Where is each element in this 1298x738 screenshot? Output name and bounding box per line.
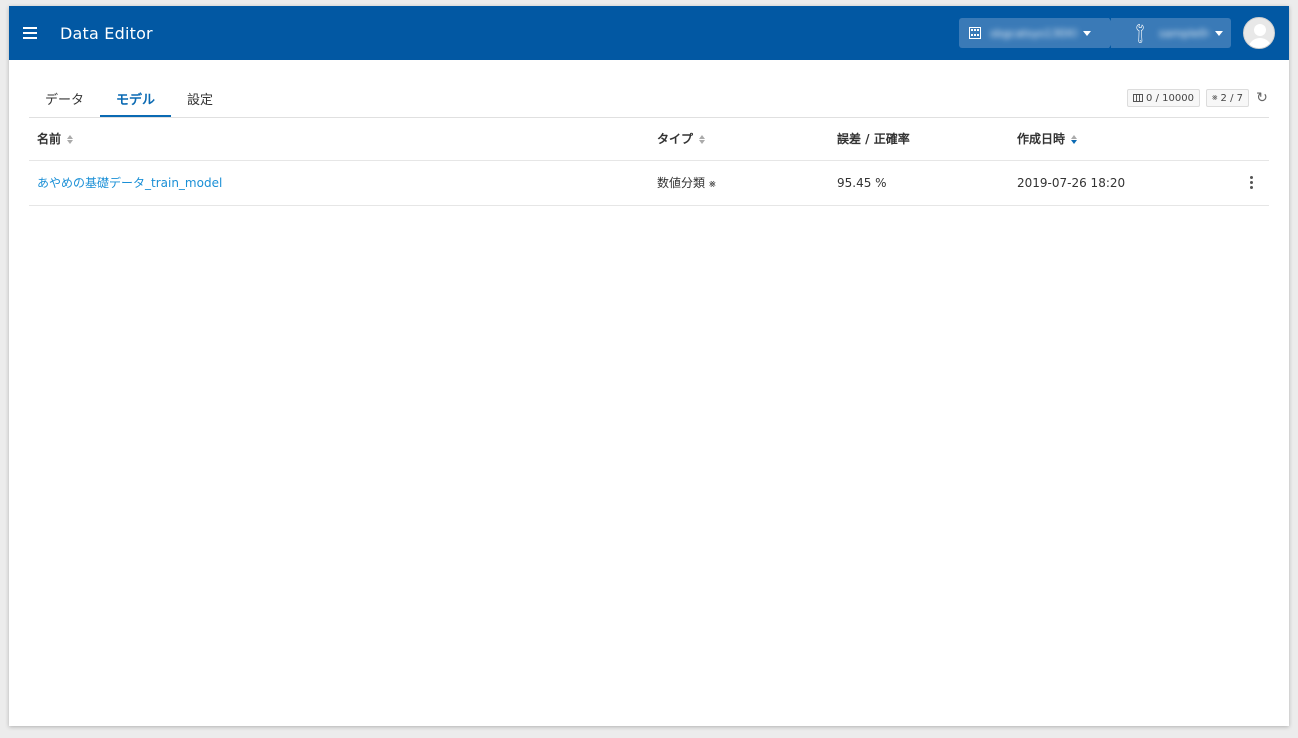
refresh-icon[interactable]: ↻	[1255, 91, 1269, 105]
table-header-row: 名前 タイプ 誤差 / 正確率 作成日時	[29, 118, 1269, 161]
avatar-body	[1248, 38, 1272, 48]
cell-created: 2019-07-26 18:20	[1009, 160, 1209, 206]
tab-tools: 0 / 10000 ⨳ 2 / 7 ↻	[1127, 89, 1269, 107]
column-header-type-label: タイプ	[657, 132, 694, 147]
table-icon	[1133, 94, 1144, 102]
chevron-down-icon	[1215, 30, 1223, 36]
network-icon: ⨳	[709, 177, 716, 190]
project-name: sample04	[1159, 26, 1209, 40]
rows-usage-badge: 0 / 10000	[1127, 89, 1200, 107]
sort-icon[interactable]	[699, 135, 706, 145]
sort-desc-icon[interactable]	[1071, 135, 1078, 145]
kebab-icon[interactable]	[1245, 176, 1257, 189]
column-header-accuracy: 誤差 / 正確率	[829, 118, 1009, 161]
column-header-created-label: 作成日時	[1017, 132, 1066, 147]
column-header-name-label: 名前	[37, 132, 62, 147]
tab-bar: データ モデル 設定 0 / 10000 ⨳ 2 / 7 ↻	[29, 60, 1269, 118]
column-header-created[interactable]: 作成日時	[1009, 118, 1209, 161]
sort-icon[interactable]	[67, 135, 74, 145]
organization-name: sbgcatsys130XXX	[990, 26, 1077, 40]
models-table: 名前 タイプ 誤差 / 正確率 作成日時 あやめの基礎データ_train_mod…	[29, 118, 1269, 206]
app-window: Data Editor sbgcatsys130XXX 🔧︎ sample04 …	[9, 6, 1289, 726]
organization-selector[interactable]: sbgcatsys130XXX	[959, 18, 1119, 48]
tab-data[interactable]: データ	[29, 81, 100, 117]
column-header-accuracy-label: 誤差 / 正確率	[837, 132, 910, 147]
rows-usage-text: 0 / 10000	[1146, 92, 1194, 104]
column-header-actions	[1209, 118, 1269, 161]
wrench-icon: 🔧︎	[1127, 19, 1154, 46]
building-icon	[969, 27, 981, 39]
model-type-text: 数値分類	[657, 176, 706, 190]
models-usage-badge: ⨳ 2 / 7	[1205, 89, 1249, 107]
network-icon: ⨳	[1211, 93, 1218, 103]
avatar-head	[1254, 24, 1266, 36]
tab-model[interactable]: モデル	[100, 81, 172, 117]
chevron-down-icon	[1083, 30, 1091, 36]
project-selector[interactable]: 🔧︎ sample04	[1111, 18, 1231, 48]
model-link[interactable]: あやめの基礎データ_train_model	[37, 176, 222, 190]
app-title: Data Editor	[60, 23, 153, 43]
cell-accuracy: 95.45 %	[829, 160, 1009, 206]
cell-actions	[1209, 160, 1269, 206]
app-header: Data Editor sbgcatsys130XXX 🔧︎ sample04	[9, 6, 1289, 60]
cell-type: 数値分類 ⨳	[649, 160, 829, 206]
tab-settings[interactable]: 設定	[171, 81, 229, 117]
main-content: データ モデル 設定 0 / 10000 ⨳ 2 / 7 ↻ 名前 タイプ 誤差…	[9, 60, 1289, 206]
menu-icon[interactable]	[23, 23, 43, 43]
table-row: あやめの基礎データ_train_model 数値分類 ⨳ 95.45 % 2019…	[29, 160, 1269, 206]
models-usage-text: 2 / 7	[1220, 92, 1243, 104]
column-header-type[interactable]: タイプ	[649, 118, 829, 161]
cell-name: あやめの基礎データ_train_model	[29, 160, 649, 206]
avatar[interactable]	[1243, 17, 1275, 49]
column-header-name[interactable]: 名前	[29, 118, 649, 161]
